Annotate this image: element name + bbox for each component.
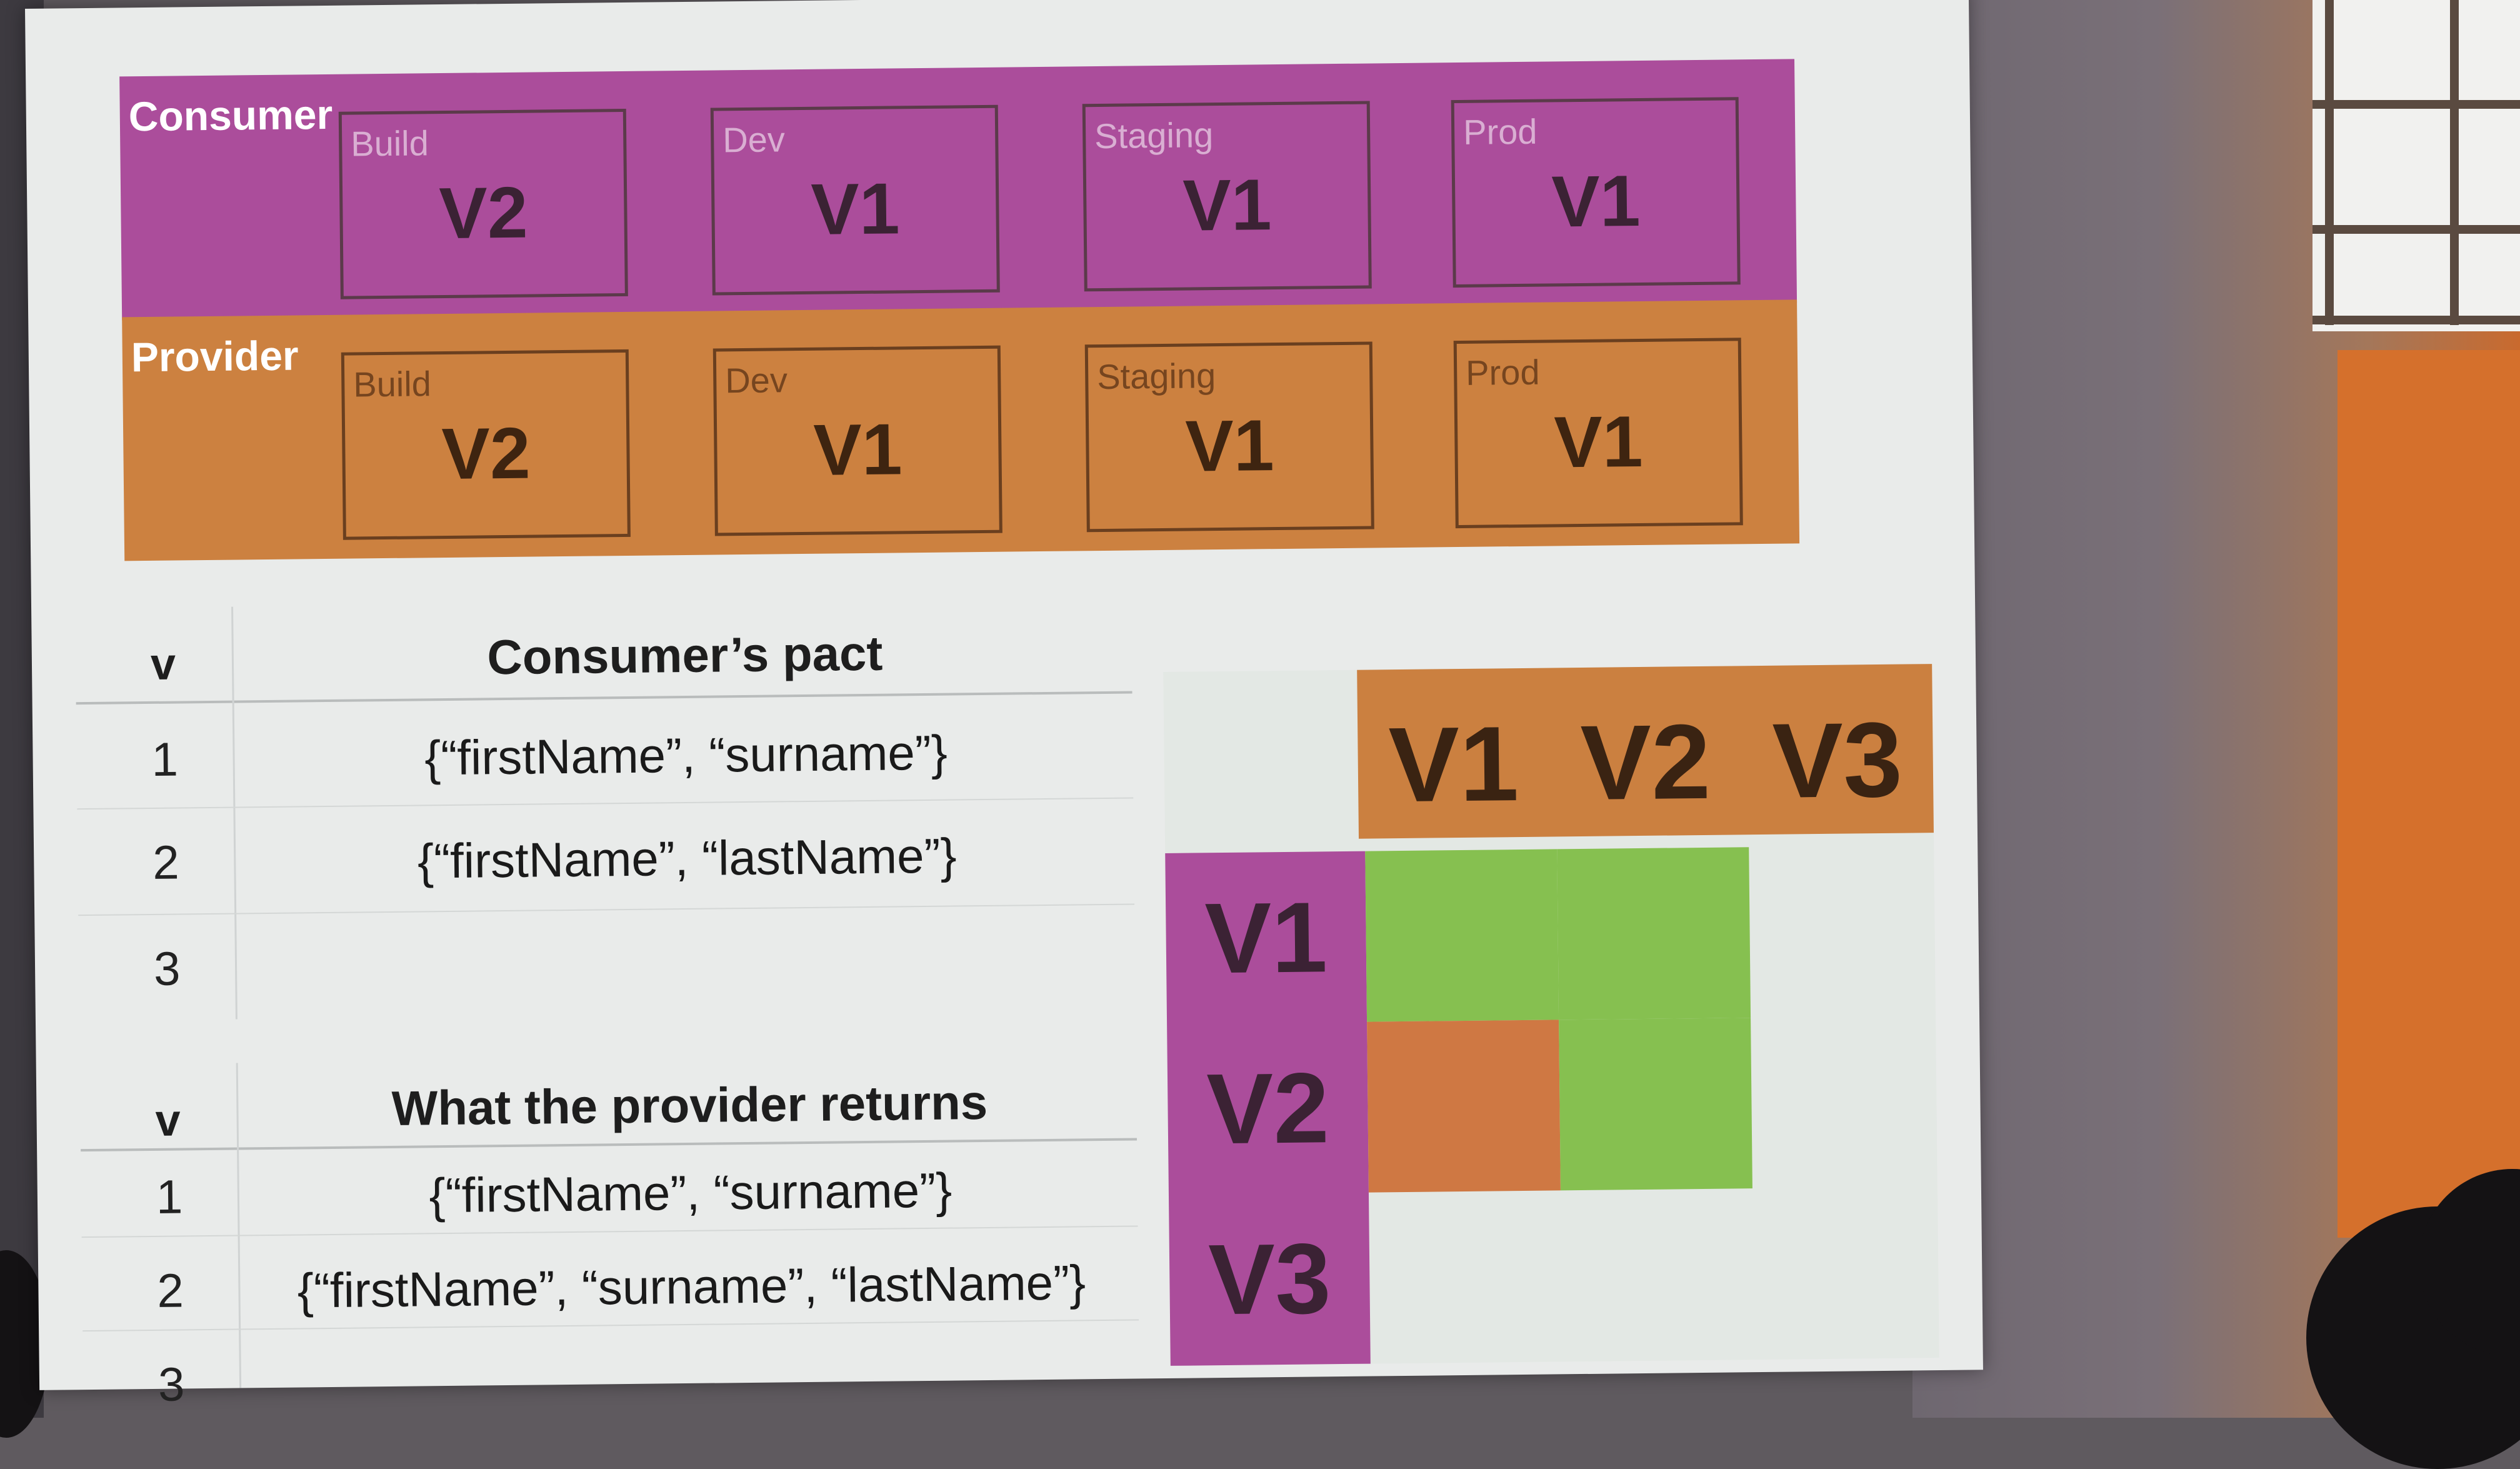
stage-version: V2 xyxy=(441,412,531,495)
consumer-label: Consumer xyxy=(128,91,333,140)
room-window xyxy=(2312,0,2520,331)
row-value: {“firstName”, “lastName”} xyxy=(417,828,957,889)
row-version: 3 xyxy=(158,1358,185,1411)
row-version: 1 xyxy=(151,733,179,786)
orange-wall xyxy=(2338,350,2520,1238)
table-row: 2 {“firstName”, “surname”, “lastName”} xyxy=(82,1228,1139,1340)
matrix-col-label: V3 xyxy=(1771,700,1903,821)
compatibility-matrix: V1 V2 V3 V1 V2 V3 xyxy=(1163,664,1939,1366)
stage-name: Staging xyxy=(1096,356,1216,397)
presentation-slide: Consumer Build V2 Dev V1 Staging V1 Prod… xyxy=(25,0,1983,1411)
matrix-cell-compatible xyxy=(1365,849,1559,1022)
stage-name: Build xyxy=(352,364,432,404)
matrix-cell-compatible xyxy=(1559,1018,1752,1191)
stage-name: Prod xyxy=(1465,352,1540,393)
table-row: 3 xyxy=(78,906,1136,1018)
provider-prod-box: Prod V1 xyxy=(1453,338,1743,529)
stage-name: Staging xyxy=(1094,115,1214,156)
consumer-staging-box: Staging V1 xyxy=(1082,101,1372,292)
provider-staging-box: Staging V1 xyxy=(1084,341,1374,533)
matrix-row-label: V1 xyxy=(1204,881,1328,995)
matrix-row-label: V3 xyxy=(1208,1222,1332,1336)
row-value: {“firstName”, “surname”} xyxy=(424,724,948,786)
consumer-band: Consumer Build V2 Dev V1 Staging V1 Prod… xyxy=(119,59,1798,321)
table-row: 2 {“firstName”, “lastName”} xyxy=(77,800,1134,911)
stage-name: Build xyxy=(350,123,429,164)
table-row: 1 {“firstName”, “surname”} xyxy=(76,698,1134,809)
row-version: 2 xyxy=(157,1264,184,1318)
row-version: 1 xyxy=(156,1170,183,1224)
stage-version: V1 xyxy=(1182,164,1272,246)
row-value xyxy=(246,1347,1139,1356)
consumer-prod-box: Prod V1 xyxy=(1451,97,1741,288)
row-version: 3 xyxy=(153,942,181,996)
column-header-v: v xyxy=(155,1095,181,1146)
column-header-v: v xyxy=(150,639,176,689)
matrix-col-label: V1 xyxy=(1388,704,1519,825)
row-value: {“firstName”, “surname”} xyxy=(429,1162,952,1223)
matrix-cell-incompatible xyxy=(1367,1020,1561,1193)
consumer-pact-table: v Consumer’s pact 1 {“firstName”, “surna… xyxy=(75,598,1135,1020)
matrix-cell-compatible xyxy=(1557,847,1751,1020)
stage-version: V1 xyxy=(812,408,903,491)
consumer-build-box: Build V2 xyxy=(338,108,628,299)
row-value: {“firstName”, “surname”, “lastName”} xyxy=(297,1255,1086,1318)
provider-returns-table: v What the provider returns 1 {“firstNam… xyxy=(80,1053,1139,1411)
provider-label: Provider xyxy=(131,332,299,381)
provider-band: Provider Build V2 Dev V1 Staging V1 Prod… xyxy=(122,299,1800,561)
stage-name: Dev xyxy=(724,360,788,401)
table-row: 1 {“firstName”, “surname”} xyxy=(81,1135,1138,1246)
provider-dev-box: Dev V1 xyxy=(712,345,1002,536)
stage-version: V2 xyxy=(438,171,529,254)
stage-version: V1 xyxy=(1551,159,1641,243)
stage-version: V1 xyxy=(1553,400,1644,483)
matrix-provider-header: V1 V2 V3 xyxy=(1357,664,1934,839)
matrix-row-label: V2 xyxy=(1206,1051,1330,1165)
stage-name: Dev xyxy=(722,119,786,160)
row-version: 2 xyxy=(152,836,180,890)
provider-returns-title: What the provider returns xyxy=(391,1074,988,1136)
provider-build-box: Build V2 xyxy=(341,349,631,540)
matrix-consumer-header: V1 V2 V3 xyxy=(1165,851,1371,1366)
table-row: 3 xyxy=(82,1322,1140,1433)
consumer-dev-box: Dev V1 xyxy=(710,104,1000,296)
stage-version: V1 xyxy=(1184,404,1275,487)
stage-name: Prod xyxy=(1462,111,1538,152)
matrix-col-label: V2 xyxy=(1579,702,1711,823)
consumer-pact-title: Consumer’s pact xyxy=(487,625,883,685)
row-value xyxy=(241,931,1135,941)
stage-version: V1 xyxy=(810,168,901,250)
